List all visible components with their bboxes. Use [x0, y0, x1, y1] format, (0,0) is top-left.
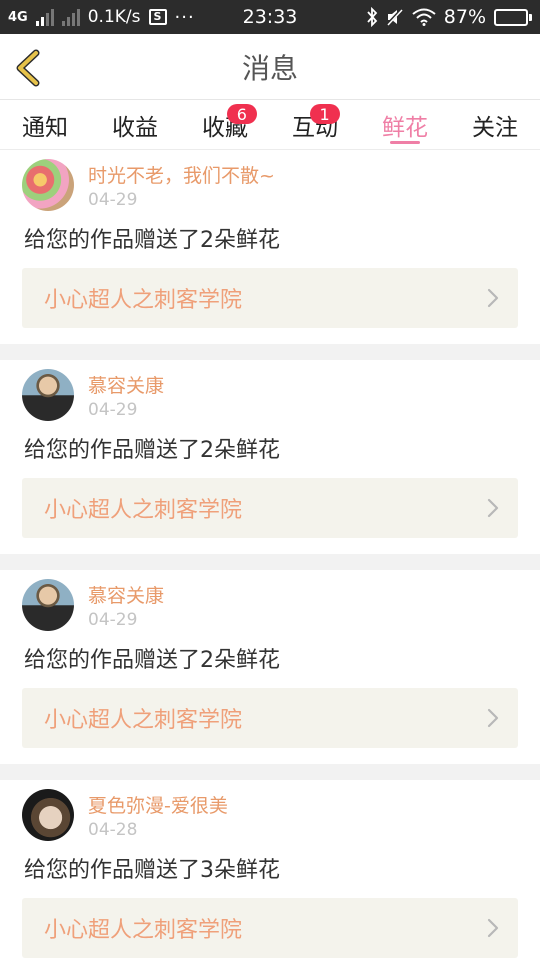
avatar[interactable] — [22, 789, 74, 841]
chevron-right-icon — [487, 708, 499, 728]
network-speed: 0.1K/s — [87, 7, 141, 27]
tab-bar: 通知 收益 收藏 6 互动 1 鲜花 关注 — [0, 100, 540, 150]
work-link[interactable]: 小心超人之刺客学院 — [22, 688, 518, 748]
message-card: 时光不老，我们不散~ 04-29 给您的作品赠送了2朵鲜花小心超人之刺客学院 — [0, 150, 540, 344]
tab-label: 通知 — [22, 114, 68, 141]
tab-label: 鲜花 — [382, 114, 428, 141]
work-title: 小心超人之刺客学院 — [44, 708, 243, 733]
screenshot-icon: S — [148, 9, 167, 25]
work-link[interactable]: 小心超人之刺客学院 — [22, 478, 518, 538]
chevron-right-icon — [487, 498, 499, 518]
work-title: 小心超人之刺客学院 — [44, 918, 243, 943]
bluetooth-icon — [367, 7, 378, 27]
network-type: 4G — [8, 9, 28, 25]
avatar[interactable] — [22, 579, 74, 631]
username[interactable]: 夏色弥漫-爱很美 — [88, 791, 228, 818]
tab-follows[interactable]: 关注 — [450, 100, 540, 149]
work-link[interactable]: 小心超人之刺客学院 — [22, 898, 518, 958]
chevron-right-icon — [487, 918, 499, 938]
title-bar: 消息 — [0, 34, 540, 100]
work-title: 小心超人之刺客学院 — [44, 498, 243, 523]
tab-label: 关注 — [472, 114, 518, 141]
message-text: 给您的作品赠送了2朵鲜花 — [24, 228, 280, 253]
tab-favorites[interactable]: 收藏 6 — [180, 100, 270, 149]
status-bar-right: 87% — [366, 6, 532, 28]
message-date: 04-29 — [88, 609, 138, 630]
status-bar: 4G 0.1K/s S ··· 23:33 87% — [0, 0, 540, 34]
tab-interactions[interactable]: 互动 1 — [270, 100, 360, 149]
page-title: 消息 — [241, 51, 298, 85]
message-list: 时光不老，我们不散~ 04-29 给您的作品赠送了2朵鲜花 小心超人之刺客学院 慕容关康… — [0, 150, 540, 960]
signal-strength-2-icon — [61, 8, 80, 26]
battery-body — [494, 8, 528, 26]
avatar[interactable] — [22, 369, 74, 421]
back-arrow-icon[interactable] — [12, 48, 48, 88]
user-info: 夏色弥漫-爱很美 04-28 — [88, 791, 228, 840]
message-date: 04-28 — [88, 819, 138, 840]
battery-percent: 87% — [443, 6, 486, 28]
tab-badge: 6 — [226, 104, 257, 124]
message-card: 慕容关康 04-29 给您的作品赠送了2朵鲜花小心超人之刺客学院 — [0, 570, 540, 764]
tab-earnings[interactable]: 收益 — [90, 100, 180, 149]
message-header: 慕容关康 04-29 — [22, 574, 518, 636]
message-header: 慕容关康 04-29 — [22, 364, 518, 426]
battery-icon — [494, 8, 532, 26]
status-bar-left: 4G 0.1K/s S ··· — [8, 7, 195, 28]
user-info: 慕容关康 04-29 — [88, 581, 164, 630]
avatar[interactable] — [22, 159, 74, 211]
message-header: 夏色弥漫-爱很美 04-28 — [22, 784, 518, 846]
message-date: 04-29 — [88, 189, 138, 210]
work-title: 小心超人之刺客学院 — [44, 288, 243, 313]
message-date: 04-29 — [88, 399, 138, 420]
mute-icon — [385, 7, 403, 27]
page: 4G 0.1K/s S ··· 23:33 87% 消息 通知 收益 收藏 6 … — [0, 0, 540, 960]
message-card: 夏色弥漫-爱很美 04-28 给您的作品赠送了3朵鲜花小心超人之刺客学院 — [0, 780, 540, 960]
message-text: 给您的作品赠送了2朵鲜花 — [24, 648, 280, 673]
battery-tip — [529, 13, 532, 21]
user-info: 时光不老，我们不散~ 04-29 — [88, 161, 275, 210]
tab-flowers[interactable]: 鲜花 — [360, 100, 450, 149]
username[interactable]: 慕容关康 — [88, 581, 164, 608]
message-text: 给您的作品赠送了3朵鲜花 — [24, 858, 280, 883]
more-notifications-icon: ··· — [174, 6, 195, 28]
chevron-right-icon — [487, 288, 499, 308]
work-link[interactable]: 小心超人之刺客学院 — [22, 268, 518, 328]
wifi-icon — [412, 8, 436, 26]
username[interactable]: 时光不老，我们不散~ — [88, 161, 275, 188]
tab-notifications[interactable]: 通知 — [0, 100, 90, 149]
message-text: 给您的作品赠送了2朵鲜花 — [24, 438, 280, 463]
user-info: 慕容关康 04-29 — [88, 371, 164, 420]
message-header: 时光不老，我们不散~ 04-29 — [22, 154, 518, 216]
username[interactable]: 慕容关康 — [88, 371, 164, 398]
tab-label: 收益 — [112, 114, 158, 141]
message-card: 慕容关康 04-29 给您的作品赠送了2朵鲜花小心超人之刺客学院 — [0, 360, 540, 554]
signal-strength-icon — [35, 8, 54, 26]
tab-badge: 1 — [309, 104, 340, 124]
